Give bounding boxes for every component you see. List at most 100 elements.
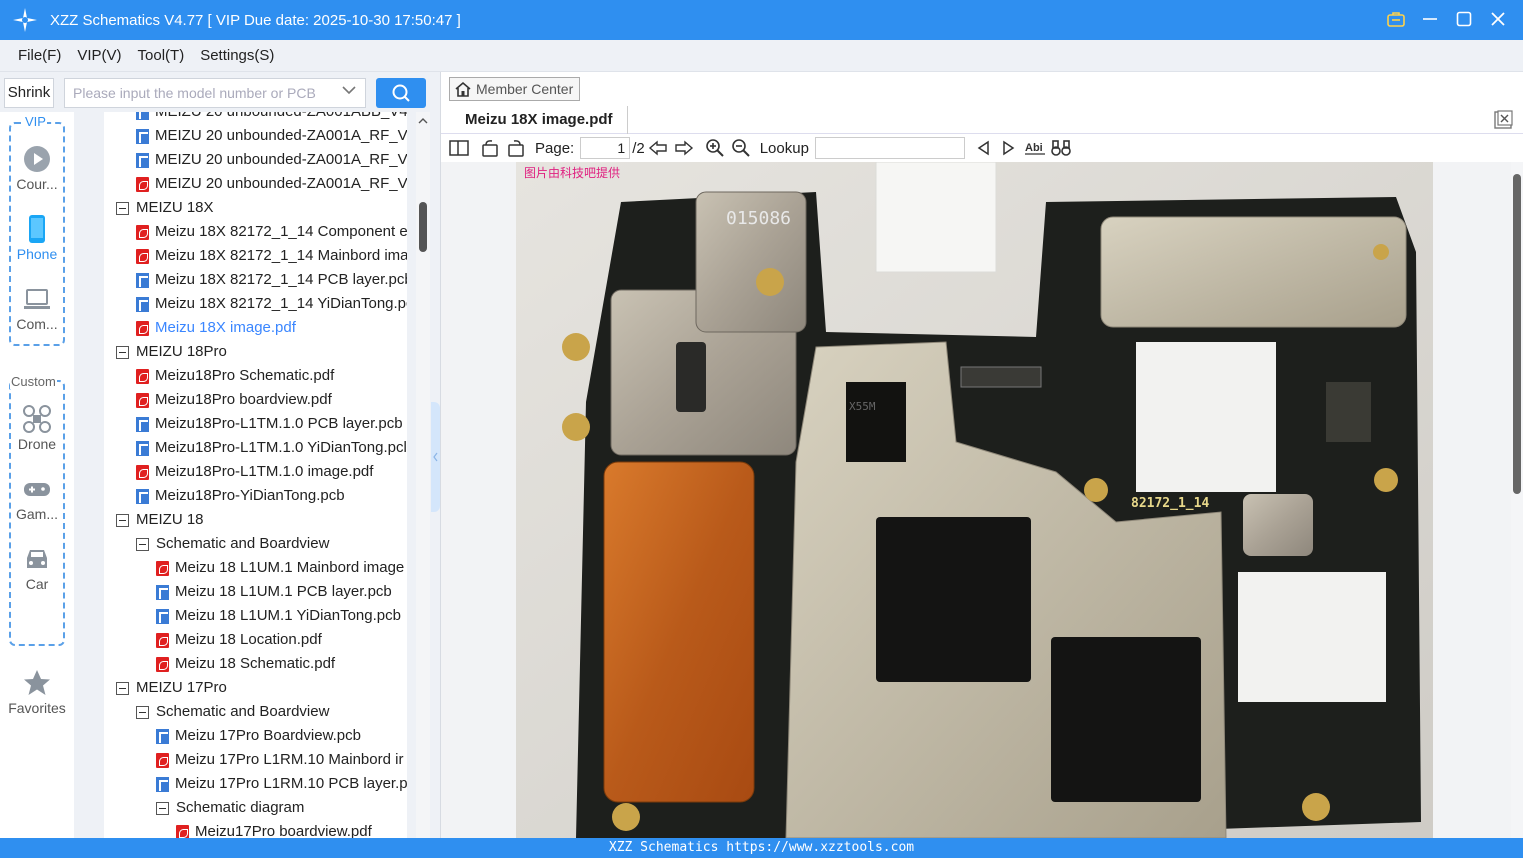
tree-folder[interactable]: MEIZU 18 [116,508,204,532]
custom-group-label: Custom [10,374,57,389]
tree-file[interactable]: Meizu18Pro-L1TM.1.0 PCB layer.pcb [136,412,403,436]
tree-scrollbar-thumb[interactable] [419,202,427,252]
tree-scrollbar[interactable] [416,112,430,838]
search-input[interactable] [64,78,366,108]
tree-folder[interactable]: Schematic diagram [156,796,304,820]
app-logo-icon [13,8,37,32]
mainboard-image: 015086 82172_1_14 X55M [516,162,1433,838]
tree-item-label: Meizu18Pro boardview.pdf [155,391,332,408]
tree-file[interactable]: Meizu 18 L1UM.1 PCB layer.pcb [156,580,392,604]
tree-file[interactable]: Meizu 18X 82172_1_14 Mainbord ima [136,244,407,268]
pdf-toolbar: Page: 1 /2 Lookup Abi [441,134,1523,162]
page-total: /2 [632,139,645,157]
tree-folder[interactable]: Schematic and Boardview [136,700,329,724]
sidebar-toggle-icon[interactable] [447,136,471,160]
tree-file[interactable]: Meizu 17Pro L1RM.10 PCB layer.pc [156,772,407,796]
file-tree: MEIZU 20 unbounded-ZA001ABB_V4 MEIZU 20 u… [104,112,407,838]
menu-bar: File(F) VIP(V) Tool(T) Settings(S) [0,40,1523,72]
tree-file[interactable]: MEIZU 20 unbounded-ZA001ABB_V4 [136,112,407,124]
find-previous-icon[interactable] [971,136,995,160]
zoom-in-icon[interactable] [703,136,727,160]
vip-bag-icon[interactable] [1385,8,1407,30]
page-number-input[interactable]: 1 [580,137,631,159]
shrink-button[interactable]: Shrink [4,78,54,108]
sidebar-item-car[interactable]: Car [0,544,74,592]
tree-folder[interactable]: MEIZU 17Pro [116,676,227,700]
close-button[interactable] [1487,8,1509,30]
tree-file[interactable]: Meizu 18X image.pdf [136,316,296,340]
sidebar-item-label: Drone [17,436,57,452]
pdf-file-icon [136,464,149,480]
scroll-up-icon[interactable] [416,116,430,126]
pdf-viewer[interactable]: 015086 82172_1_14 X55M 图片由科技吧提供 [441,162,1523,838]
find-next-icon[interactable] [997,136,1021,160]
collapse-toggle-icon[interactable] [116,681,129,695]
tree-file[interactable]: Meizu18Pro Schematic.pdf [136,364,334,388]
tab-meizu-18x-image[interactable]: Meizu 18X image.pdf [451,106,628,134]
lookup-input[interactable] [814,137,965,159]
tree-folder[interactable]: MEIZU 18Pro [116,340,227,364]
viewer-scrollbar-thumb[interactable] [1513,174,1521,494]
tree-item-label: Meizu 18 L1UM.1 Mainbord image [175,559,405,576]
search-button[interactable] [376,78,426,108]
tree-file[interactable]: Meizu18Pro-L1TM.1.0 image.pdf [136,460,373,484]
tree-file[interactable]: Meizu 18 L1UM.1 Mainbord image [156,556,404,580]
sidebar-item-drone[interactable]: Drone [0,404,74,452]
tree-item-label: MEIZU 18 [136,511,204,528]
tree-file[interactable]: MEIZU 20 unbounded-ZA001A_RF_V4 [136,124,407,148]
next-page-icon[interactable] [672,136,696,160]
tree-file[interactable]: Meizu 18X 82172_1_14 YiDianTong.pc [136,292,407,316]
tree-file[interactable]: Meizu 18 Schematic.pdf [156,652,335,676]
pdf-file-icon [136,248,149,264]
binoculars-icon[interactable] [1049,136,1073,160]
tree-file[interactable]: Meizu18Pro-L1TM.1.0 YiDianTong.pcl [136,436,407,460]
tree-item-label: MEIZU 20 unbounded-ZA001A_RF_V4 [155,151,407,168]
minimize-button[interactable] [1419,8,1441,30]
menu-file[interactable]: File(F) [18,47,61,64]
menu-tool[interactable]: Tool(T) [138,47,185,64]
tree-file[interactable]: MEIZU 20 unbounded-ZA001A_RF_V4 [136,148,407,172]
close-tab-icon[interactable] [1493,110,1513,130]
tree-file[interactable]: Meizu 17Pro L1RM.10 Mainbord ir [156,748,403,772]
rotate-right-icon[interactable] [504,136,528,160]
zoom-out-icon[interactable] [729,136,753,160]
maximize-button[interactable] [1453,8,1475,30]
previous-page-icon[interactable] [646,136,670,160]
play-circle-icon [24,146,50,172]
sidebar-item-computer[interactable]: Com... [0,284,74,332]
tree-file[interactable]: MEIZU 20 unbounded-ZA001A_RF_V4 [136,172,407,196]
tree-file[interactable]: Meizu 18X 82172_1_14 Component ex [136,220,407,244]
collapse-left-icon[interactable] [431,402,440,512]
tree-file[interactable]: Meizu 17Pro Boardview.pcb [156,724,361,748]
chevron-down-icon[interactable] [342,85,356,95]
sidebar-item-courses[interactable]: Cour... [0,144,74,192]
pdf-file-icon [156,560,169,576]
svg-text:Abi: Abi [1025,142,1043,154]
tree-file[interactable]: Meizu18Pro boardview.pdf [136,388,332,412]
viewer-scrollbar[interactable] [1511,162,1523,838]
rotate-left-icon[interactable] [478,136,502,160]
collapse-toggle-icon[interactable] [116,201,129,215]
sidebar-item-favorites[interactable]: Favorites [0,668,74,716]
tree-file[interactable]: Meizu 18 L1UM.1 YiDianTong.pcb [156,604,401,628]
collapse-toggle-icon[interactable] [156,801,169,815]
member-center-button[interactable]: Member Center [449,77,581,101]
tree-file[interactable]: Meizu18Pro-YiDianTong.pcb [136,484,345,508]
tree-folder[interactable]: MEIZU 18X [116,196,214,220]
collapse-toggle-icon[interactable] [136,705,149,719]
menu-vip[interactable]: VIP(V) [77,47,121,64]
tree-file[interactable]: Meizu 18X 82172_1_14 PCB layer.pcb [136,268,407,292]
tree-file[interactable]: Meizu17Pro boardview.pdf [176,820,372,838]
match-case-icon[interactable]: Abi [1023,136,1047,160]
menu-settings[interactable]: Settings(S) [200,47,274,64]
collapse-toggle-icon[interactable] [136,537,149,551]
tree-file[interactable]: Meizu 18 Location.pdf [156,628,322,652]
panel-splitter[interactable] [431,402,440,512]
collapse-toggle-icon[interactable] [116,345,129,359]
collapse-toggle-icon[interactable] [116,513,129,527]
sidebar-item-phone[interactable]: Phone [0,214,74,262]
board-label-serial: 015086 [726,208,791,229]
tree-folder[interactable]: Schematic and Boardview [136,532,329,556]
sidebar-item-games[interactable]: Gam... [0,474,74,522]
member-center-label: Member Center [476,81,574,97]
